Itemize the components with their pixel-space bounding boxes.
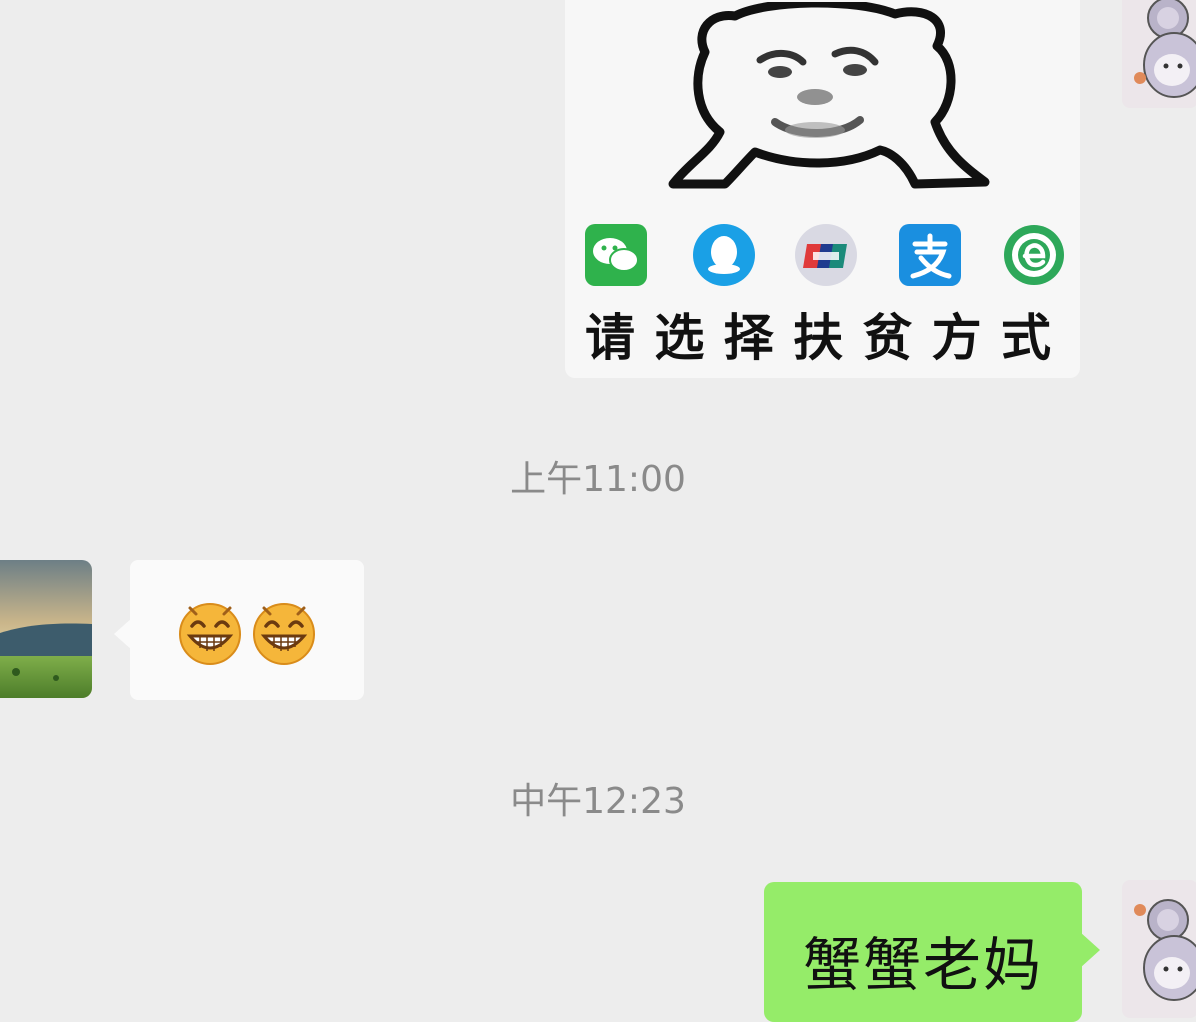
sticker-message[interactable]: 请选择扶贫方式 bbox=[565, 0, 1080, 378]
e-payment-icon bbox=[1004, 225, 1064, 285]
grin-emoji bbox=[253, 603, 315, 665]
grin-emoji bbox=[179, 603, 241, 665]
wechat-icon bbox=[585, 224, 647, 286]
bubble-tail bbox=[1080, 932, 1100, 968]
landscape-avatar-icon bbox=[0, 560, 92, 698]
sticker-caption: 请选择扶贫方式 bbox=[585, 309, 1065, 367]
payment-options bbox=[583, 222, 1073, 292]
qq-icon bbox=[693, 224, 755, 286]
friend-emoji-bubble[interactable] bbox=[130, 560, 364, 700]
mouse-avatar-icon bbox=[1122, 880, 1196, 1018]
my-text-bubble[interactable]: 蟹蟹老妈 bbox=[764, 882, 1082, 1022]
message-text: 蟹蟹老妈 bbox=[802, 931, 1043, 999]
alipay-icon bbox=[899, 224, 961, 286]
unionpay-icon bbox=[795, 224, 857, 286]
meme-bear-face-image bbox=[668, 2, 990, 189]
message-timestamp: 中午12:23 bbox=[510, 781, 686, 822]
my-avatar[interactable] bbox=[1122, 880, 1196, 1018]
friend-avatar[interactable] bbox=[0, 560, 92, 698]
message-timestamp: 上午11:00 bbox=[510, 459, 686, 500]
mouse-avatar-icon bbox=[1122, 0, 1196, 108]
my-avatar[interactable] bbox=[1122, 0, 1196, 108]
